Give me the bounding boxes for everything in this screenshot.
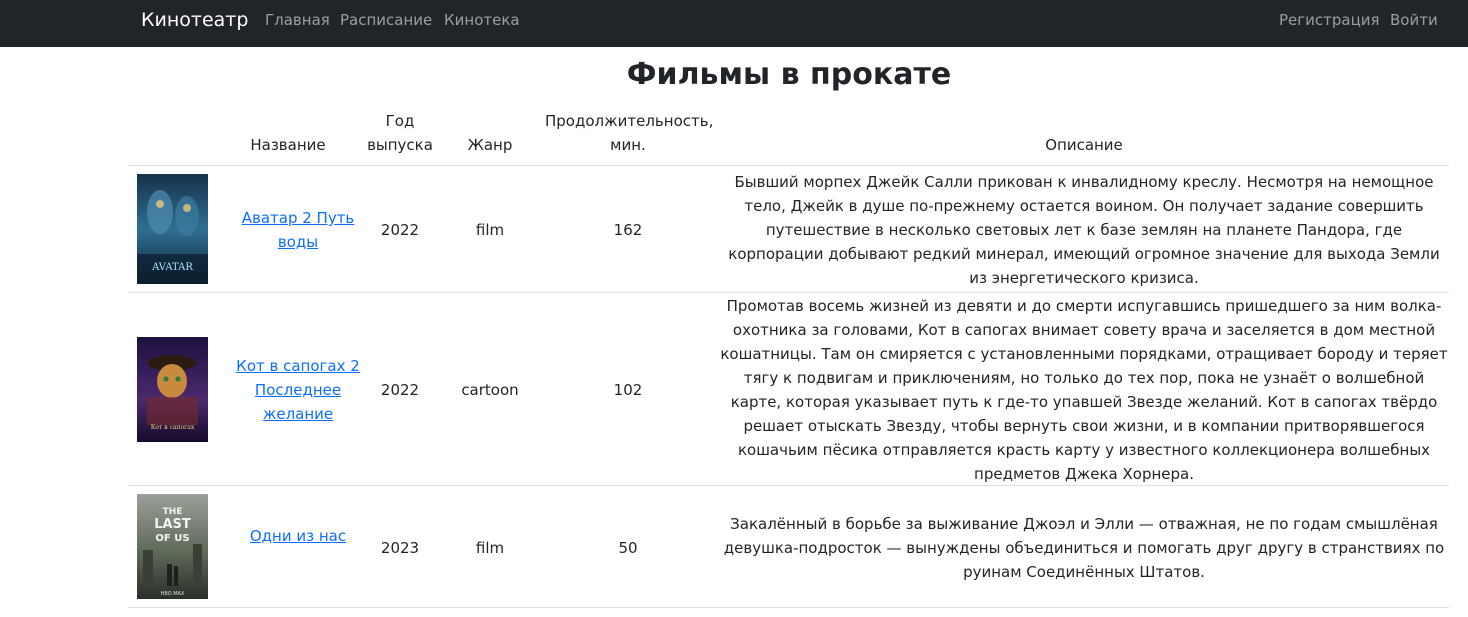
- row-divider: [128, 607, 1449, 608]
- login-link[interactable]: Войти: [1390, 10, 1438, 30]
- movie-duration: 102: [613, 381, 643, 399]
- movie-title-cell: Кот в сапогах 2 Последнее желание: [236, 354, 360, 426]
- nav-library-link[interactable]: Кинотека: [444, 10, 520, 30]
- movie-link-last-of-us[interactable]: Одни из нас: [250, 527, 346, 545]
- svg-text:THE: THE: [163, 507, 183, 517]
- header-title: Название: [250, 136, 326, 154]
- movie-year: 2023: [380, 539, 420, 557]
- row-divider: [128, 485, 1449, 486]
- movie-link-puss-in-boots[interactable]: Кот в сапогах 2 Последнее желание: [236, 357, 360, 423]
- movie-title-cell: Аватар 2 Путь воды: [238, 206, 358, 254]
- svg-text:HBO MAX: HBO MAX: [161, 591, 185, 597]
- header-genre: Жанр: [467, 136, 513, 154]
- svg-text:Кот в сапогах: Кот в сапогах: [151, 424, 195, 431]
- puss-in-boots-poster: Кот в сапогах: [137, 337, 208, 442]
- avatar-poster: AVATAR: [137, 174, 208, 284]
- movie-duration: 162: [613, 221, 643, 239]
- svg-text:AVATAR: AVATAR: [151, 262, 193, 273]
- register-link[interactable]: Регистрация: [1279, 10, 1380, 30]
- movie-link-avatar[interactable]: Аватар 2 Путь воды: [242, 209, 355, 251]
- svg-text:LAST: LAST: [154, 517, 191, 532]
- header-year: Год выпуска: [367, 112, 433, 154]
- movie-duration: 50: [618, 539, 638, 557]
- movie-description: Бывший морпех Джейк Салли прикован к инв…: [728, 173, 1440, 287]
- nav-home-link[interactable]: Главная: [265, 10, 330, 30]
- movie-year: 2022: [380, 221, 420, 239]
- svg-text:OF US: OF US: [155, 533, 189, 544]
- nav-schedule-link[interactable]: Расписание: [340, 10, 432, 30]
- movie-genre: cartoon: [461, 381, 519, 399]
- movie-genre: film: [475, 221, 505, 239]
- header-description: Описание: [1045, 136, 1123, 154]
- movie-genre: film: [475, 539, 505, 557]
- top-navbar: Кинотеатр Главная Расписание Кинотека Ре…: [0, 0, 1468, 47]
- page-title: Фильмы в прокате: [626, 57, 952, 92]
- movie-description: Закалённый в борьбе за выживание Джоэл и…: [723, 515, 1445, 581]
- movie-description: Промотав восемь жизней из девяти и до см…: [720, 297, 1448, 483]
- row-divider: [128, 292, 1449, 293]
- the-last-of-us-poster: THE LAST OF US HBO MAX: [137, 494, 208, 599]
- header-divider: [128, 165, 1449, 166]
- brand-link[interactable]: Кинотеатр: [141, 8, 248, 32]
- movie-year: 2022: [380, 381, 420, 399]
- movie-title-cell: Одни из нас: [238, 524, 358, 548]
- header-duration: Продолжительность, мин.: [545, 112, 714, 154]
